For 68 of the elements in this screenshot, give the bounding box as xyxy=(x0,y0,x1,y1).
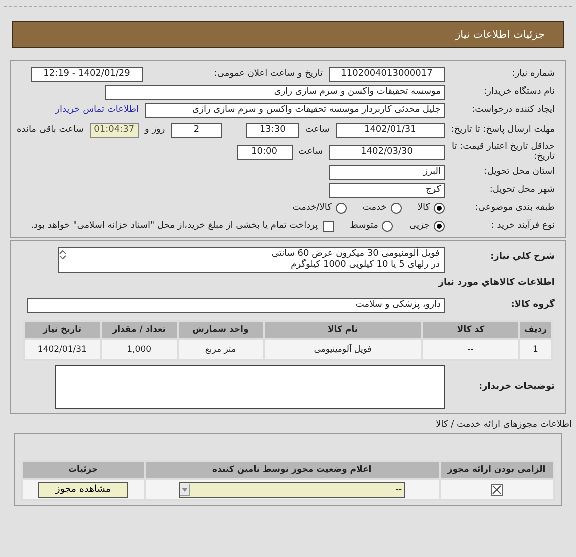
table-cell: 1,000 xyxy=(100,339,178,360)
dropdown-arrow-icon[interactable] xyxy=(180,484,190,496)
radio-button[interactable] xyxy=(434,220,445,232)
field-label: شهر محل تحویل: xyxy=(488,185,556,195)
radio-label: کالا xyxy=(418,203,430,213)
need-number-field: 1102004013000017 xyxy=(329,66,445,82)
field-label: روز و xyxy=(145,125,166,135)
field-label: شماره نیاز: xyxy=(511,69,556,79)
requester-field: جلیل محدثی کاربرداز موسسه تحقیقات واکسن و سرم سازی رازی xyxy=(145,102,445,118)
field-label: حداقل تاریخ اعتبار قیمت: تا تاریخ: xyxy=(451,142,556,162)
page-title: جزئیات اطلاعات نیاز xyxy=(456,28,545,40)
column-header: جزئیات xyxy=(22,461,145,479)
section-heading: اطلاعات کالاهاي مورد نياز xyxy=(438,277,556,290)
city-field: کرج xyxy=(329,182,445,198)
announce-date-field: 1402/01/29 - 12:19 xyxy=(31,66,143,82)
province-field: البرز xyxy=(329,164,445,180)
description-text: فویل آلومنیومی 30 میکرون عرض 60 سانتی در رلهای 5 یا 10 کیلویی 1000 کیلوگرم xyxy=(270,248,441,272)
goods-group-field: دارو، پزشکی و سلامت xyxy=(27,298,445,312)
buyer-field: موسسه تحقیقات واکسن و سرم سازی رازی xyxy=(105,84,445,100)
field-label: شرح کلي نياز: xyxy=(490,251,556,262)
radio-label: خدمت xyxy=(362,203,387,213)
field-label: استان محل تحویل: xyxy=(483,167,556,177)
field-label: گروه کالا: xyxy=(510,300,556,310)
radio-button[interactable] xyxy=(390,202,402,214)
field-label: نام دستگاه خریدار: xyxy=(483,87,556,97)
field-label: طبقه بندی موضوعی: xyxy=(474,203,556,213)
view-permit-button[interactable]: مشاهده مجوز xyxy=(38,482,128,498)
radio-button[interactable] xyxy=(434,202,445,214)
radio-label: جزیی xyxy=(409,221,430,231)
status-dropdown[interactable]: -- xyxy=(179,482,406,498)
scroll-arrows-icon[interactable] xyxy=(59,250,67,260)
remaining-time-field: 01:04:37 xyxy=(90,122,139,138)
column-header: واحد شمارش xyxy=(178,321,264,339)
dropdown-value: -- xyxy=(396,484,402,494)
column-header: اعلام وضعیت مجوز توسط تامین کننده xyxy=(144,461,440,479)
field-label: توضیحات خریدار: xyxy=(478,382,556,392)
field-label: تاریخ و ساعت اعلان عمومی: xyxy=(213,69,323,79)
table-cell: -- xyxy=(422,339,520,360)
checkbox[interactable] xyxy=(323,220,334,232)
table-cell: متر مربع xyxy=(178,339,264,360)
checkbox-label: پرداخت تمام یا بخشی از مبلغ خرید،از محل "اسناد خزانه اسلامی" خواهد بود. xyxy=(31,221,318,231)
radio-label: متوسط xyxy=(350,221,378,231)
column-header: الزامی بودن ارائه مجوز xyxy=(440,461,554,479)
column-header: ردیف xyxy=(519,321,552,339)
field-label: مهلت ارسال پاسخ: تا تاریخ: xyxy=(450,125,556,135)
table-cell: 1402/01/31 xyxy=(24,339,101,360)
radio-button[interactable] xyxy=(382,220,394,232)
field-label: ساعت xyxy=(305,125,330,135)
validity-date-field: 1402/03/30 xyxy=(329,144,445,160)
column-header: کد کالا xyxy=(422,321,520,339)
table-cell: فویل آلومینیومی xyxy=(264,339,422,360)
column-header: تاریخ نیاز xyxy=(24,321,101,339)
field-label: ایجاد کننده درخواست: xyxy=(471,105,556,115)
radio-label: کالا/خدمت xyxy=(292,203,332,213)
contact-link[interactable]: اطلاعات تماس خریدار xyxy=(56,105,139,115)
field-label: ساعت xyxy=(298,147,323,157)
column-header: تعداد / مقدار xyxy=(100,321,178,339)
validity-time-field: 10:00 xyxy=(236,144,292,160)
deadline-time-field: 13:30 xyxy=(246,122,300,138)
table-cell: 1 xyxy=(519,339,552,360)
section-heading: اطلاعات مجوزهای ارائه خدمت / کالا xyxy=(435,419,573,432)
radio-button[interactable] xyxy=(336,202,347,214)
deadline-date-field: 1402/01/31 xyxy=(336,122,445,138)
days-field: 2 xyxy=(171,122,222,138)
column-header: نام کالا xyxy=(264,321,422,339)
field-label: ساعت باقی مانده xyxy=(17,125,84,135)
field-label: نوع فرآیند خرید : xyxy=(490,221,556,231)
buyer-notes-field[interactable] xyxy=(55,365,445,409)
